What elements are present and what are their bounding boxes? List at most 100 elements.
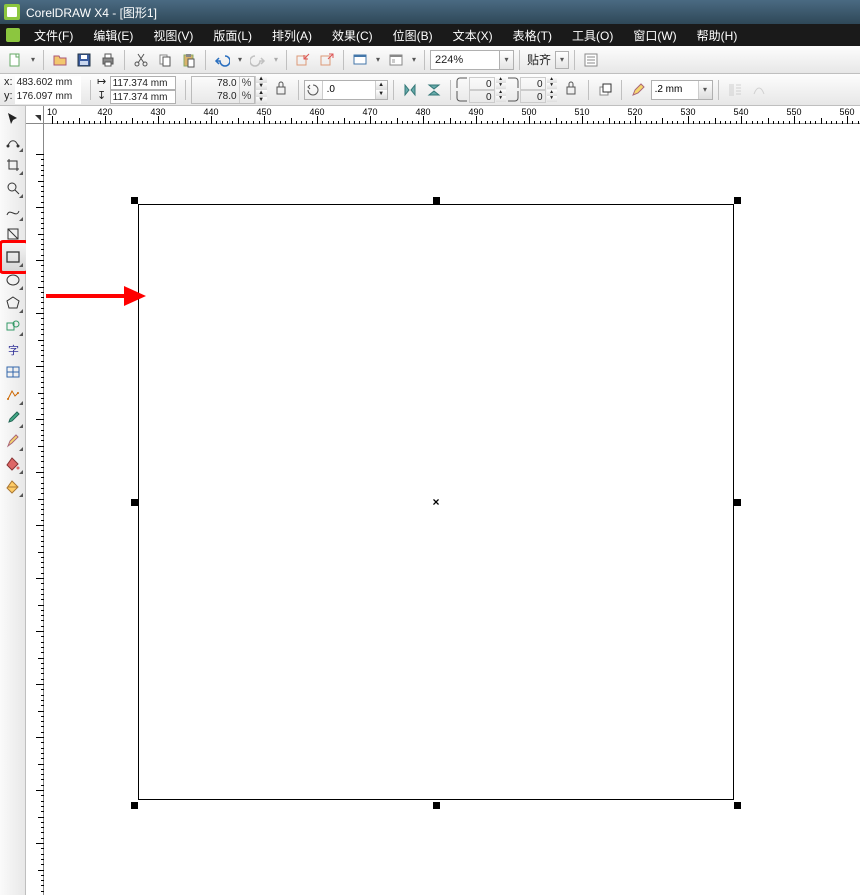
menu-tools[interactable]: 工具(O) [562,24,623,46]
ruler-v-label: 170 [26,533,27,548]
width-value[interactable]: 117.374 mm [110,76,176,90]
corner-tl-spin[interactable]: ▲▼ [496,77,506,89]
new-dropdown[interactable]: ▾ [28,55,38,64]
zoom-tool[interactable] [2,177,24,199]
redo-button[interactable] [247,49,269,71]
ruler-h-label: 500 [521,107,536,117]
handle-tl[interactable] [131,197,138,204]
app-launcher-dropdown[interactable]: ▾ [373,55,383,64]
ruler-h-label: 440 [203,107,218,117]
x-label: x: [4,76,13,89]
undo-dropdown[interactable]: ▾ [235,55,245,64]
ruler-h-label: 430 [150,107,165,117]
menu-edit[interactable]: 编辑(E) [83,24,143,46]
zoom-dropdown[interactable]: ▾ [500,50,514,70]
export-button[interactable] [316,49,338,71]
ruler-h-label: 480 [415,107,430,117]
menu-arrange[interactable]: 排列(A) [262,24,322,46]
crop-tool[interactable] [2,154,24,176]
interactive-fill-tool[interactable] [2,476,24,498]
handle-bl[interactable] [131,802,138,809]
x-value[interactable]: 483.602 mm [15,76,81,90]
corner-tr-spin[interactable]: ▲▼ [547,77,557,89]
rotation-spinner[interactable]: ▲▼ [375,81,387,99]
scale-x-input[interactable]: 78.0 [192,77,240,90]
outline-tool[interactable] [2,430,24,452]
handle-bm[interactable] [433,802,440,809]
ruler-horizontal[interactable]: 1042043044045046047048049050051052053054… [44,106,860,124]
welcome-button[interactable] [385,49,407,71]
rectangle-tool[interactable] [2,246,24,268]
menu-table[interactable]: 表格(T) [503,24,562,46]
ruler-vertical[interactable]: 2402302202102001901801701601501401301201… [26,124,44,895]
mirror-v-button[interactable] [423,79,445,101]
wrap-text-button[interactable] [724,79,746,101]
canvas-area[interactable]: 1042043044045046047048049050051052053054… [26,106,860,895]
outline-width-input[interactable] [652,84,698,95]
handle-mr[interactable] [734,499,741,506]
redo-dropdown[interactable]: ▾ [271,55,281,64]
freehand-tool[interactable] [2,200,24,222]
pick-tool[interactable] [2,108,24,130]
interactive-tool[interactable] [2,384,24,406]
scale-spinner[interactable]: ▲▼▲▼ [255,76,267,104]
corner-br-input[interactable]: 0 [520,90,546,103]
undo-button[interactable] [211,49,233,71]
y-value[interactable]: 176.097 mm [15,90,81,104]
rotate-icon [305,81,323,99]
basic-shapes-tool[interactable] [2,315,24,337]
menu-view[interactable]: 视图(V) [143,24,203,46]
print-button[interactable] [97,49,119,71]
corner-bl-input[interactable]: 0 [469,90,495,103]
to-front-button[interactable] [594,79,616,101]
rotation-input[interactable] [323,84,375,95]
welcome-dropdown[interactable]: ▾ [409,55,419,64]
handle-tm[interactable] [433,197,440,204]
import-button[interactable] [292,49,314,71]
corner-tl-input[interactable]: 0 [469,77,495,90]
rotation-box: ▲▼ [304,80,388,100]
new-button[interactable] [4,49,26,71]
polygon-tool[interactable] [2,292,24,314]
fill-tool[interactable] [2,453,24,475]
paste-button[interactable] [178,49,200,71]
menu-window[interactable]: 窗口(W) [623,24,686,46]
scale-y-input[interactable]: 78.0 [192,90,240,103]
options-button[interactable] [580,49,602,71]
corner-bl-spin[interactable]: ▲▼ [496,90,506,102]
outline-width-dropdown[interactable]: ▾ [698,81,712,99]
copy-button[interactable] [154,49,176,71]
menu-help[interactable]: 帮助(H) [687,24,748,46]
convert-curve-button[interactable] [748,79,770,101]
corner-lock-button[interactable] [562,77,580,103]
corner-tr-input[interactable]: 0 [520,77,546,90]
zoom-input[interactable]: 224% [430,50,500,70]
cut-button[interactable] [130,49,152,71]
ellipse-tool[interactable] [2,269,24,291]
text-tool[interactable]: 字 [2,338,24,360]
eyedropper-tool[interactable] [2,407,24,429]
menu-bitmaps[interactable]: 位图(B) [383,24,443,46]
handle-br[interactable] [734,802,741,809]
shape-tool[interactable] [2,131,24,153]
menu-text[interactable]: 文本(X) [443,24,503,46]
menu-file[interactable]: 文件(F) [24,24,83,46]
handle-ml[interactable] [131,499,138,506]
snap-dropdown[interactable]: ▾ [555,51,569,69]
mirror-h-button[interactable] [399,79,421,101]
app-launcher-button[interactable] [349,49,371,71]
ruler-origin[interactable] [26,106,44,124]
outline-pen-icon [627,79,649,101]
drawing-surface[interactable]: × [44,124,860,895]
ruler-h-label: 550 [786,107,801,117]
height-value[interactable]: 117.374 mm [110,90,176,104]
table-tool[interactable] [2,361,24,383]
menu-layout[interactable]: 版面(L) [203,24,262,46]
ruler-v-label: 120 [26,798,27,813]
open-button[interactable] [49,49,71,71]
lock-ratio-button[interactable] [272,77,290,103]
menu-effects[interactable]: 效果(C) [322,24,383,46]
handle-tr[interactable] [734,197,741,204]
save-button[interactable] [73,49,95,71]
corner-br-spin[interactable]: ▲▼ [547,90,557,102]
